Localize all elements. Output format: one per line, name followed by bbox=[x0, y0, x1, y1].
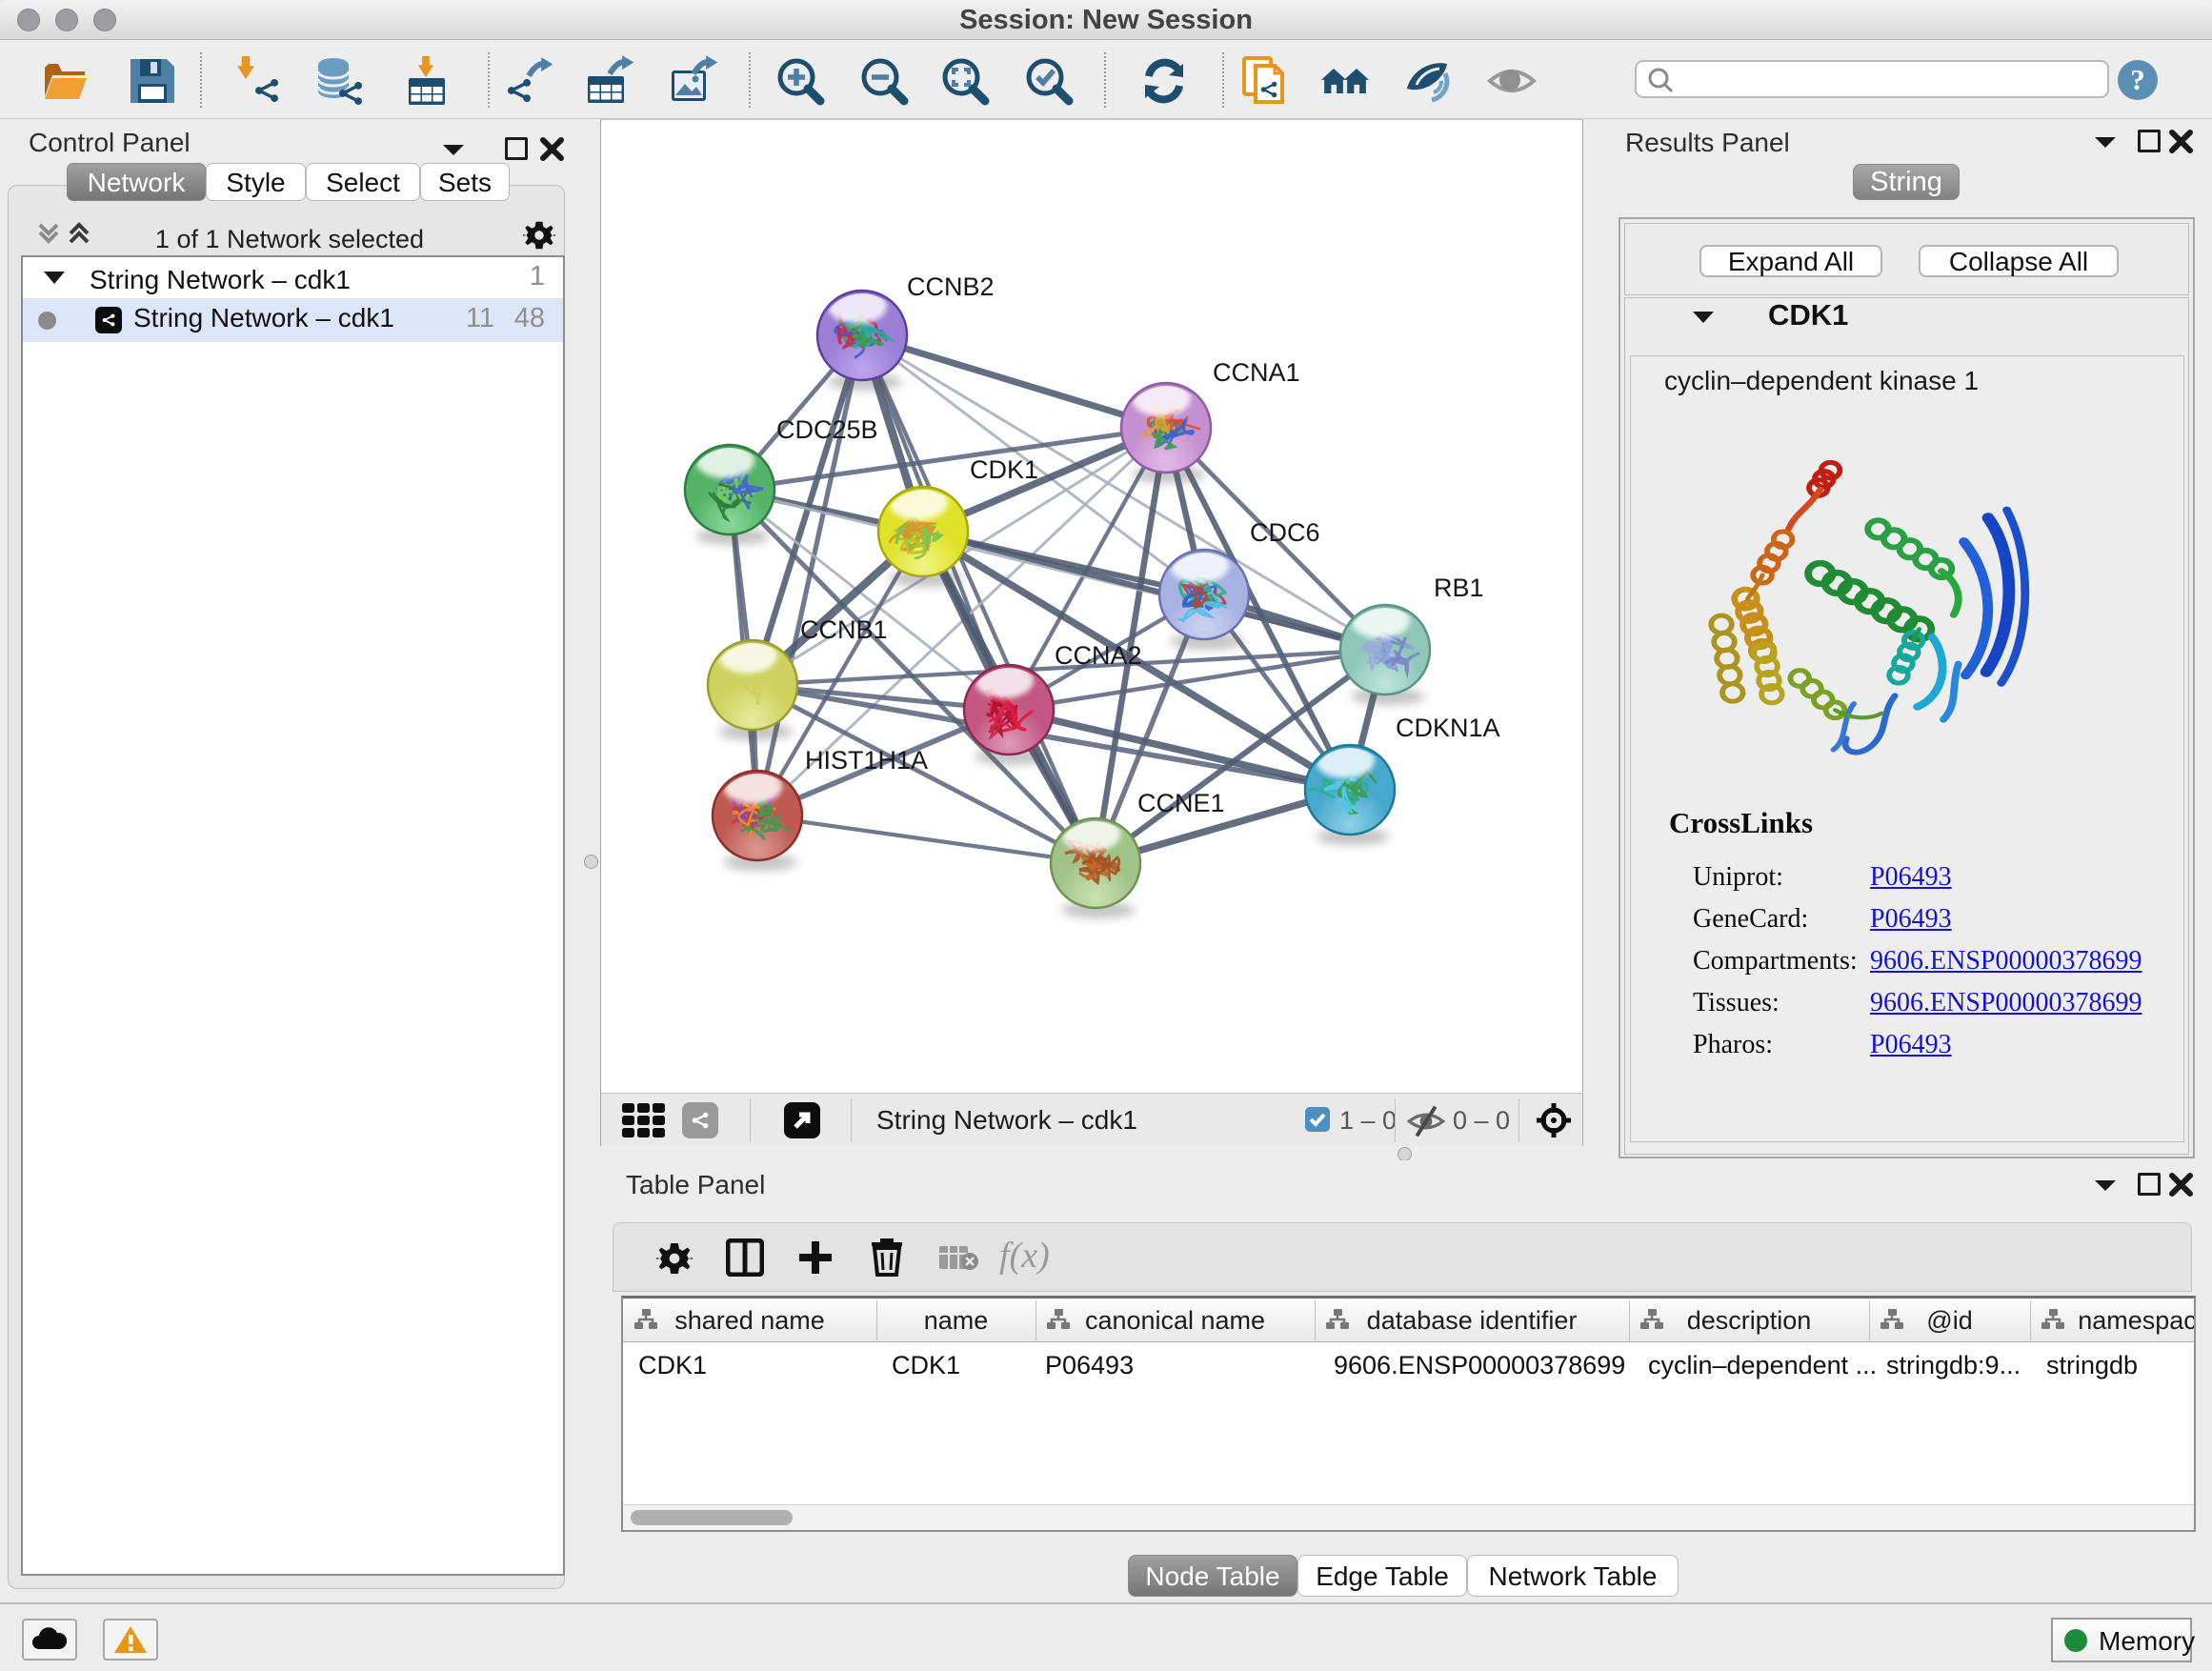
svg-text:CCNA1: CCNA1 bbox=[1213, 358, 1300, 387]
svg-text:CDK1: CDK1 bbox=[970, 455, 1038, 484]
svg-text:CCNB2: CCNB2 bbox=[907, 272, 995, 301]
svg-text:HIST1H1A: HIST1H1A bbox=[805, 746, 928, 775]
svg-text:CCNB1: CCNB1 bbox=[800, 615, 888, 644]
svg-text:CDC25B: CDC25B bbox=[776, 415, 878, 444]
svg-text:CCNE1: CCNE1 bbox=[1137, 789, 1225, 817]
svg-text:CDC6: CDC6 bbox=[1250, 518, 1320, 547]
svg-text:RB1: RB1 bbox=[1434, 574, 1484, 602]
svg-text:CDKN1A: CDKN1A bbox=[1396, 714, 1500, 742]
svg-text:CCNA2: CCNA2 bbox=[1055, 641, 1142, 670]
